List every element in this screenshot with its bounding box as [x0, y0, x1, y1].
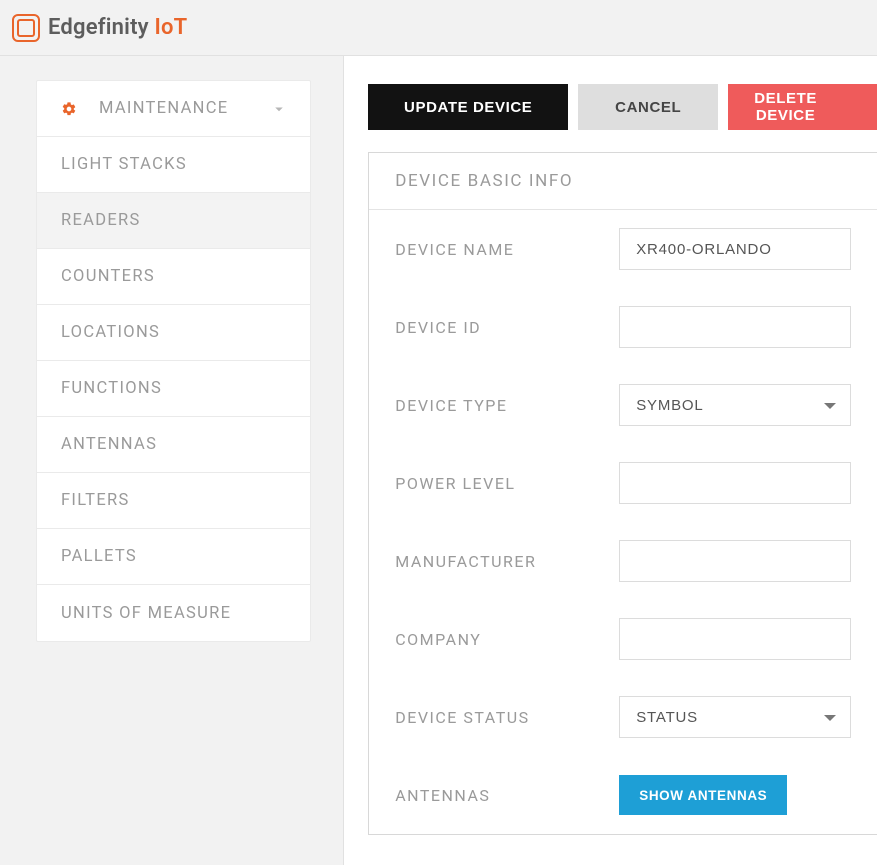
show-antennas-button[interactable]: SHOW ANTENNAS	[619, 775, 787, 815]
sidebar-item-label: READERS	[61, 211, 141, 230]
cancel-button[interactable]: CANCEL	[578, 84, 718, 130]
sidebar-item-functions[interactable]: FUNCTIONS	[37, 361, 310, 417]
label-antennas: ANTENNAS	[395, 786, 619, 805]
row-device-id: DEVICE ID	[369, 288, 877, 366]
label-device-name: DEVICE NAME	[395, 240, 619, 259]
sidebar-item-light-stacks[interactable]: LIGHT STACKS	[37, 137, 310, 193]
sidebar-item-locations[interactable]: LOCATIONS	[37, 305, 310, 361]
row-device-type: DEVICE TYPE SYMBOL	[369, 366, 877, 444]
nav-header-label: MAINTENANCE	[99, 99, 228, 118]
sidebar-item-readers[interactable]: READERS	[37, 193, 310, 249]
chevron-down-icon	[270, 100, 288, 118]
sidebar-item-label: LOCATIONS	[61, 323, 160, 342]
device-type-select[interactable]: SYMBOL	[619, 384, 851, 426]
sidebar-item-units-of-measure[interactable]: UNITS OF MEASURE	[37, 585, 310, 641]
nav-header-maintenance[interactable]: MAINTENANCE	[37, 81, 310, 137]
delete-device-button[interactable]: DELETE DEVICE	[728, 84, 877, 130]
sidebar: MAINTENANCE LIGHT STACKS READERS COUNTER…	[0, 56, 344, 865]
brand-name-prefix: Edgefinity	[48, 15, 154, 40]
power-level-input[interactable]	[619, 462, 851, 504]
layout: MAINTENANCE LIGHT STACKS READERS COUNTER…	[0, 56, 877, 865]
sidebar-item-counters[interactable]: COUNTERS	[37, 249, 310, 305]
manufacturer-input[interactable]	[619, 540, 851, 582]
label-device-status: DEVICE STATUS	[395, 708, 619, 727]
row-device-status: DEVICE STATUS STATUS	[369, 678, 877, 756]
row-company: COMPANY	[369, 600, 877, 678]
label-power-level: POWER LEVEL	[395, 474, 619, 493]
brand-name: Edgefinity IoT	[48, 15, 187, 40]
row-antennas: ANTENNAS SHOW ANTENNAS	[369, 756, 877, 834]
action-button-row: UPDATE DEVICE CANCEL DELETE DEVICE	[368, 84, 877, 130]
sidebar-item-filters[interactable]: FILTERS	[37, 473, 310, 529]
label-company: COMPANY	[395, 630, 619, 649]
device-id-input[interactable]	[619, 306, 851, 348]
company-input[interactable]	[619, 618, 851, 660]
device-name-input[interactable]	[619, 228, 851, 270]
topbar: Edgefinity IoT	[0, 0, 877, 56]
row-power-level: POWER LEVEL	[369, 444, 877, 522]
sidebar-item-antennas[interactable]: ANTENNAS	[37, 417, 310, 473]
sidebar-item-label: FILTERS	[61, 491, 130, 510]
sidebar-item-label: ANTENNAS	[61, 435, 157, 454]
label-manufacturer: MANUFACTURER	[395, 552, 619, 571]
label-device-id: DEVICE ID	[395, 318, 619, 337]
brand-icon	[12, 14, 40, 42]
panel-title: DEVICE BASIC INFO	[369, 153, 877, 210]
sidebar-item-label: UNITS OF MEASURE	[61, 604, 231, 623]
row-manufacturer: MANUFACTURER	[369, 522, 877, 600]
sidebar-item-label: FUNCTIONS	[61, 379, 162, 398]
sidebar-item-pallets[interactable]: PALLETS	[37, 529, 310, 585]
label-device-type: DEVICE TYPE	[395, 396, 619, 415]
device-basic-info-panel: DEVICE BASIC INFO DEVICE NAME DEVICE ID …	[368, 152, 877, 835]
brand-name-accent: IoT	[154, 15, 187, 40]
nav-panel: MAINTENANCE LIGHT STACKS READERS COUNTER…	[36, 80, 311, 642]
gear-icon	[61, 101, 77, 117]
main-content: UPDATE DEVICE CANCEL DELETE DEVICE DEVIC…	[344, 56, 877, 865]
sidebar-item-label: LIGHT STACKS	[61, 155, 187, 174]
update-device-button[interactable]: UPDATE DEVICE	[368, 84, 568, 130]
device-status-select[interactable]: STATUS	[619, 696, 851, 738]
sidebar-item-label: COUNTERS	[61, 267, 155, 286]
row-device-name: DEVICE NAME	[369, 210, 877, 288]
sidebar-item-label: PALLETS	[61, 547, 137, 566]
